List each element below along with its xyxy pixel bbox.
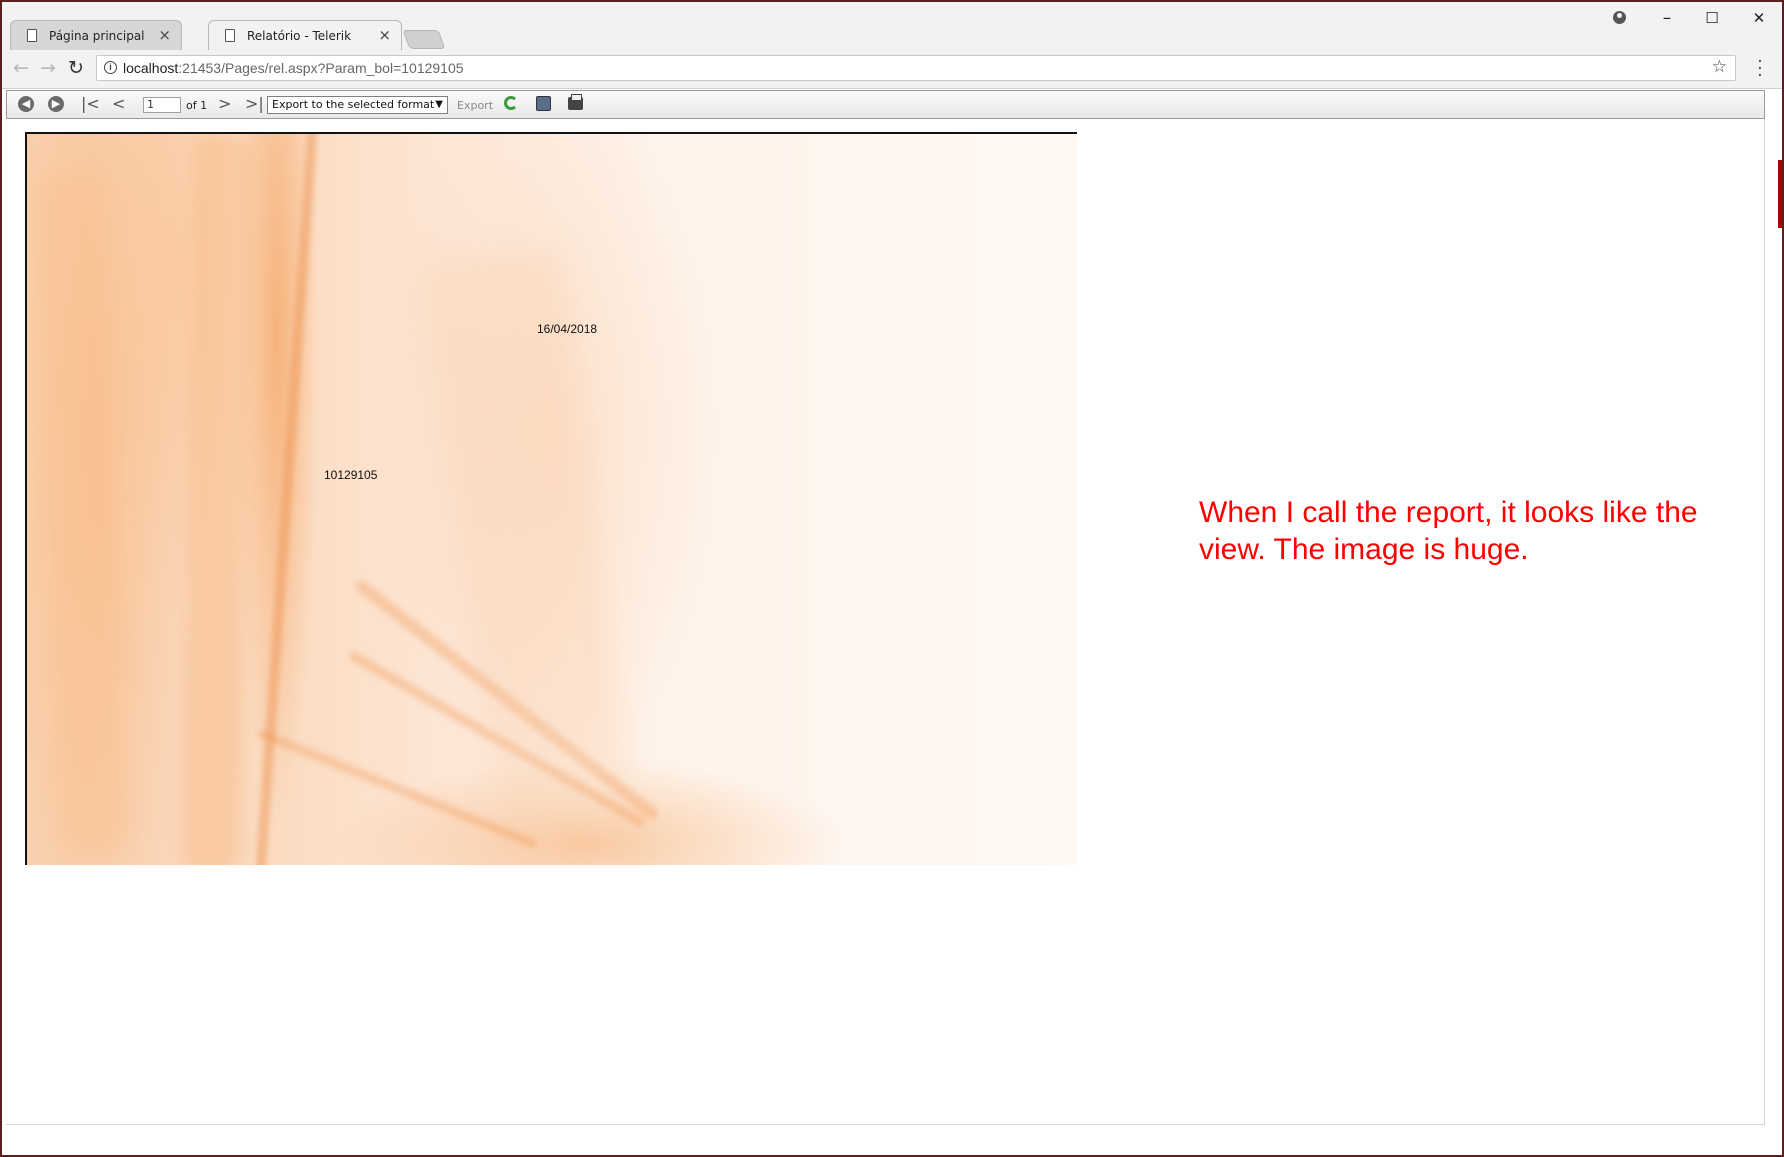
report-viewer-toolbar: ◀ ▶ |< < 1 of 1 > >| Export to the selec… xyxy=(6,90,1765,119)
url-host: localhost xyxy=(123,60,179,76)
report-viewport: 16/04/2018 10129105 When I call the repo… xyxy=(6,119,1765,1125)
url-text: localhost:21453/Pages/rel.aspx?Param_bol… xyxy=(123,60,464,76)
tab-strip: Página principal × Relatório - Telerik ×… xyxy=(2,2,1782,50)
close-tab-icon[interactable]: × xyxy=(378,26,391,44)
annotation-text: When I call the report, it looks like th… xyxy=(1199,496,1698,566)
browser-window: Página principal × Relatório - Telerik ×… xyxy=(2,2,1782,1155)
tab-relatorio-telerik[interactable]: Relatório - Telerik × xyxy=(208,20,402,50)
menu-dots-icon[interactable]: · · · xyxy=(1755,54,1765,85)
close-window-button[interactable]: ✕ xyxy=(1744,9,1774,27)
tab-label: Relatório - Telerik xyxy=(247,29,352,43)
tab-label: Página principal xyxy=(49,29,145,43)
report-page: 16/04/2018 10129105 xyxy=(25,132,1077,865)
info-icon[interactable]: i xyxy=(104,61,117,74)
page-count-label: of 1 xyxy=(186,99,208,112)
dropdown-arrow-icon: ▼ xyxy=(435,99,443,110)
print-icon[interactable] xyxy=(568,94,583,110)
background-image-strand xyxy=(180,134,254,865)
page-number-input[interactable]: 1 xyxy=(143,97,181,113)
forward-arrow-icon[interactable]: → xyxy=(40,57,56,79)
page-icon xyxy=(225,29,235,42)
minimize-button[interactable]: – xyxy=(1652,8,1682,28)
close-tab-icon[interactable]: × xyxy=(158,26,171,44)
address-bar[interactable]: i localhost:21453/Pages/rel.aspx?Param_b… xyxy=(96,55,1736,81)
profile-icon[interactable] xyxy=(1613,11,1626,24)
next-page-icon[interactable]: > xyxy=(218,95,231,113)
navigation-bar: ← → ↻ i localhost:21453/Pages/rel.aspx?P… xyxy=(2,50,1782,89)
previous-page-icon[interactable]: < xyxy=(112,95,125,113)
print-preview-icon[interactable] xyxy=(536,96,551,111)
page-icon xyxy=(27,29,37,42)
export-format-select[interactable]: Export to the selected format ▼ xyxy=(267,96,448,114)
history-forward-icon[interactable]: ▶ xyxy=(48,96,64,112)
back-arrow-icon[interactable]: ← xyxy=(13,57,29,79)
bookmark-star-icon[interactable]: ☆ xyxy=(1712,57,1727,77)
first-page-icon[interactable]: |< xyxy=(81,95,100,113)
refresh-icon[interactable] xyxy=(504,96,518,110)
report-date: 16/04/2018 xyxy=(537,322,598,336)
url-path: :21453/Pages/rel.aspx?Param_bol=10129105 xyxy=(178,60,464,76)
export-format-value: Export to the selected format xyxy=(272,98,435,111)
tab-pagina-principal[interactable]: Página principal × xyxy=(10,20,182,50)
history-back-icon[interactable]: ◀ xyxy=(18,96,34,112)
report-param-value: 10129105 xyxy=(324,468,378,482)
new-tab-button[interactable] xyxy=(402,30,446,49)
window-edge-marker xyxy=(1778,160,1782,228)
last-page-icon[interactable]: >| xyxy=(245,95,264,113)
reload-icon[interactable]: ↻ xyxy=(68,57,84,79)
maximize-button[interactable]: ☐ xyxy=(1697,9,1727,27)
background-image-strand xyxy=(35,172,129,856)
export-button[interactable]: Export xyxy=(457,99,493,112)
